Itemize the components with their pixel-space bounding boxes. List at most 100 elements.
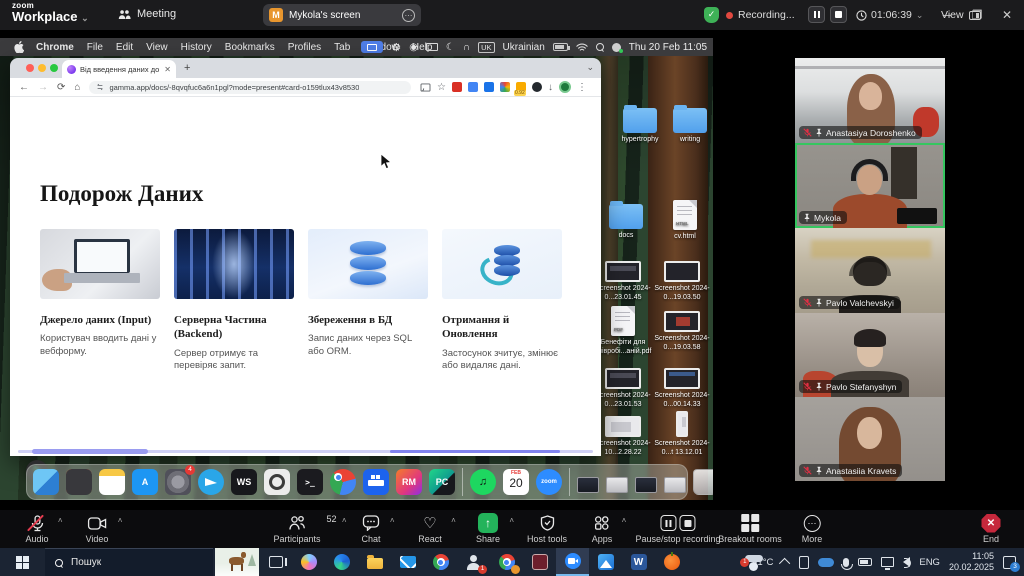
record-icon[interactable]: ◉ xyxy=(409,42,418,53)
chat-button[interactable]: Chat ˄ xyxy=(361,514,380,544)
desktop-folder-writing[interactable]: writing xyxy=(661,108,713,144)
maximize-button[interactable]: ❐ xyxy=(963,0,991,30)
extension-icon-dark[interactable] xyxy=(532,82,542,92)
keyboard-language-label[interactable]: Ukrainian xyxy=(503,42,545,53)
desktop-screenshot-5[interactable]: Screenshot 2024-0...00.14.33 xyxy=(653,368,711,409)
desktop-screenshot-1[interactable]: Screenshot 2024-0...23.01.45 xyxy=(594,261,652,302)
chat-chevron-icon[interactable]: ˄ xyxy=(390,516,395,525)
apps-chevron-icon[interactable]: ˄ xyxy=(622,516,627,525)
dock-launchpad-icon[interactable] xyxy=(66,469,92,495)
dock-minimized-window[interactable] xyxy=(635,477,657,493)
menu-edit[interactable]: Edit xyxy=(116,42,133,53)
participant-tile-anastasiia-kravets[interactable]: Anastasiia Kravets xyxy=(795,397,945,481)
more-button[interactable]: ⋯ More xyxy=(802,514,823,544)
site-info-icon[interactable] xyxy=(96,83,104,91)
react-chevron-icon[interactable]: ˄ xyxy=(451,516,456,525)
desktop-screenshot-4[interactable]: Screenshot 2024-0...23.01.53 xyxy=(594,368,652,409)
address-bar[interactable]: gamma.app/docs/-8qvqfuc6a6n1pgl?mode=pre… xyxy=(89,81,411,94)
timer-chevron-icon[interactable]: ⌄ xyxy=(916,10,924,21)
photos-icon[interactable] xyxy=(589,548,622,576)
host-tools-button[interactable]: Host tools xyxy=(527,514,567,544)
mac-minimize-button[interactable] xyxy=(38,64,46,72)
chrome-taskbar-icon[interactable] xyxy=(424,548,457,576)
dock-minimized-window[interactable] xyxy=(577,477,599,493)
battery-icon[interactable] xyxy=(553,43,568,51)
taskbar-search-input[interactable]: Пошук xyxy=(45,548,213,576)
participant-tile-pavlo-valchevskyi[interactable]: Pavlo Valchevskyi xyxy=(795,228,945,313)
dock-finder-icon[interactable] xyxy=(33,469,59,495)
meeting-tab[interactable]: Meeting xyxy=(118,8,176,20)
start-button[interactable] xyxy=(16,556,29,569)
file-explorer-icon[interactable] xyxy=(358,548,391,576)
dock-terminal-icon[interactable]: >_ xyxy=(297,469,323,495)
desktop-pdf-benefits[interactable]: PDF Бенефіти для співробі...аній.pdf xyxy=(594,306,652,356)
dock-pycharm-icon[interactable]: PC xyxy=(429,469,455,495)
audio-button[interactable]: Audio ˄ xyxy=(25,514,48,544)
shared-screen-pill[interactable]: M Mykola's screen ⋯ xyxy=(263,4,421,26)
dock-notes-icon[interactable] xyxy=(99,469,125,495)
menu-history[interactable]: History xyxy=(181,42,212,53)
download-icon[interactable]: ↓ xyxy=(548,82,553,93)
extension-icon-blue[interactable] xyxy=(468,82,478,92)
dock-settings-icon[interactable]: 4 xyxy=(165,469,191,495)
menu-file[interactable]: File xyxy=(87,42,103,53)
dock-trash-icon[interactable] xyxy=(693,469,713,495)
breakout-rooms-button[interactable]: Breakout rooms xyxy=(718,514,782,544)
dock-minimized-window[interactable] xyxy=(664,477,686,493)
dock-spotify-icon[interactable]: ♫ xyxy=(470,469,496,495)
video-chevron-icon[interactable]: ˄ xyxy=(118,516,123,525)
participant-tile-pavlo-stefanyshyn[interactable]: Pavlo Stefanyshyn xyxy=(795,313,945,397)
chrome-profile-icon[interactable] xyxy=(490,548,523,576)
moon-icon[interactable]: ☾ xyxy=(446,42,455,53)
desktop-file-cv-html[interactable]: HTML cv.html xyxy=(656,200,713,241)
tab-close-icon[interactable]: ✕ xyxy=(164,65,171,74)
slide-progress-bar[interactable] xyxy=(18,450,593,453)
extension-icon-blue2[interactable] xyxy=(484,82,494,92)
gear-icon[interactable]: ⚙ xyxy=(391,41,401,54)
dock-appstore-icon[interactable]: A xyxy=(132,469,158,495)
volume-icon[interactable] xyxy=(903,557,910,567)
extension-icon-amber[interactable]: 0.92 xyxy=(516,82,526,92)
widgets-weather-image[interactable] xyxy=(215,548,259,576)
language-label[interactable]: ENG xyxy=(919,557,940,568)
browser-tab[interactable]: Від введення даних до кор... ✕ xyxy=(62,60,176,78)
tray-battery-icon[interactable] xyxy=(858,558,872,566)
desktop-screenshot-7[interactable]: Screenshot 2024-0...t 13.12.01 xyxy=(653,411,711,457)
app-icon-maroon[interactable] xyxy=(523,548,556,576)
headphones-icon[interactable]: ∩ xyxy=(463,42,470,53)
spotlight-search-icon[interactable] xyxy=(596,43,604,51)
share-options-icon[interactable]: ⋯ xyxy=(402,9,415,22)
chrome-menu-icon[interactable]: ⋮ xyxy=(577,82,587,93)
zoom-taskbar-icon[interactable] xyxy=(556,548,589,576)
participants-chevron-icon[interactable]: ˄ xyxy=(342,516,347,525)
react-button[interactable]: ♡ React ˄ xyxy=(418,514,442,544)
screen-mirroring-icon[interactable] xyxy=(361,41,383,53)
dock-zoom-icon[interactable]: zoom xyxy=(536,469,562,495)
dock-calendar-icon[interactable]: FEB20 xyxy=(503,469,529,495)
wifi-icon[interactable] xyxy=(576,43,588,52)
brand-chevron-down-icon[interactable]: ⌄ xyxy=(81,13,89,23)
notification-center-icon[interactable]: 3 xyxy=(1003,556,1016,569)
participants-button[interactable]: 52 Participants ˄ xyxy=(273,514,320,544)
pause-recording-button[interactable] xyxy=(808,6,825,23)
desktop-screenshot-3[interactable]: Screenshot 2024-0...19.03.58 xyxy=(653,311,711,352)
dock-rubymine-icon[interactable]: RM xyxy=(396,469,422,495)
menu-tab[interactable]: Tab xyxy=(334,42,350,53)
dock-telegram-icon[interactable] xyxy=(198,469,224,495)
share-chevron-icon[interactable]: ˄ xyxy=(509,516,514,525)
reload-button[interactable]: ⟳ xyxy=(57,82,65,93)
home-button[interactable]: ⌂ xyxy=(74,82,80,93)
tray-expand-icon[interactable] xyxy=(779,558,790,569)
menu-chrome[interactable]: Chrome xyxy=(36,42,74,53)
people-icon[interactable]: 1 xyxy=(457,548,490,576)
keyboard-layout-icon[interactable]: UK xyxy=(478,42,494,53)
close-button[interactable]: ✕ xyxy=(993,0,1021,30)
menu-view[interactable]: View xyxy=(146,42,168,53)
profile-avatar[interactable] xyxy=(559,81,571,93)
task-view-button[interactable] xyxy=(259,548,292,576)
video-button[interactable]: Video ˄ xyxy=(86,514,109,544)
audio-chevron-icon[interactable]: ˄ xyxy=(58,516,63,525)
onedrive-icon[interactable] xyxy=(818,558,834,567)
tab-search-chevron-icon[interactable]: ⌄ xyxy=(586,62,594,73)
pause-stop-recording-button[interactable]: Pause/stop recording xyxy=(635,514,720,544)
